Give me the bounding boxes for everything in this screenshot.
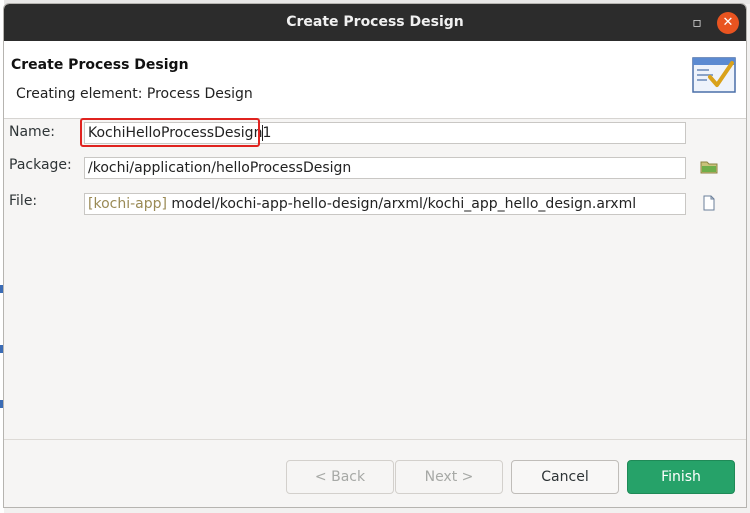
package-label: Package: [9,157,72,173]
cancel-button[interactable]: Cancel [511,460,619,494]
folder-icon[interactable] [700,159,718,175]
back-button[interactable]: < Back [286,460,394,494]
minimize-icon[interactable]: ▫ [686,12,708,34]
banner-message: Creating element: Process Design [16,86,253,102]
dialog-title: Create Process Design [286,14,464,30]
wizard-banner: Create Process Design Creating element: … [4,41,746,119]
file-path: model/kochi-app-hello-design/arxml/kochi… [171,196,637,212]
file-label: File: [9,193,38,209]
create-process-design-dialog: Create Process Design ▫ ✕ Create Process… [3,3,747,508]
file-icon[interactable] [700,195,718,211]
file-input[interactable]: [kochi-app] model/kochi-app-hello-design… [84,193,686,215]
text-caret [262,125,263,141]
file-project: [kochi-app] [88,196,167,212]
dialog-titlebar: Create Process Design ▫ ✕ [4,4,746,41]
banner-title: Create Process Design [11,57,189,73]
finish-button[interactable]: Finish [627,460,735,494]
name-input[interactable]: KochiHelloProcessDesign1 [84,122,686,144]
next-button[interactable]: Next > [395,460,503,494]
wizard-checklist-icon [692,57,736,93]
name-label: Name: [9,124,56,140]
close-icon[interactable]: ✕ [717,12,739,34]
package-input[interactable]: /kochi/application/helloProcessDesign [84,157,686,179]
footer-separator [4,439,746,440]
